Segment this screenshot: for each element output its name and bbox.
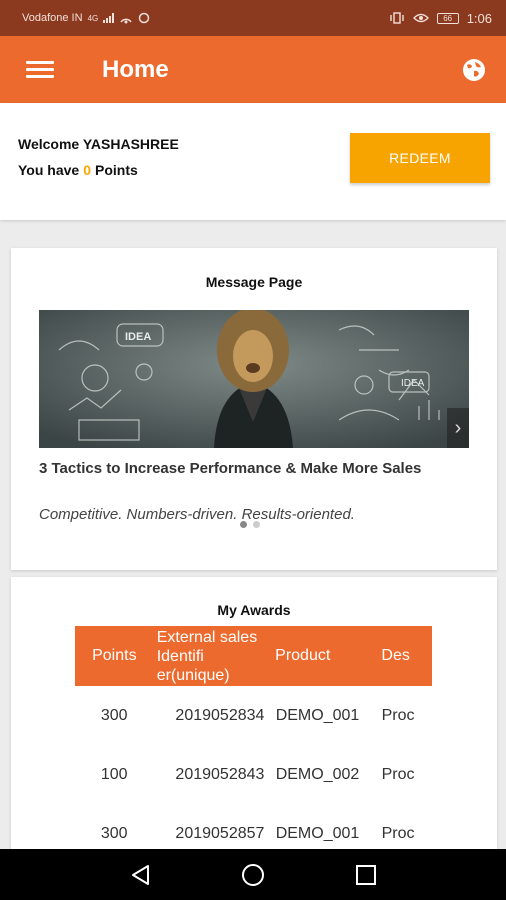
- carrier-group: Vodafone IN 4G: [22, 12, 150, 24]
- banner-idea-text: IDEA: [125, 331, 151, 343]
- carrier-name: Vodafone IN: [22, 12, 83, 24]
- message-page-title: Message Page: [205, 274, 303, 290]
- points-prefix: You have: [18, 162, 80, 178]
- awards-card: My Awards Points External sales Identifi…: [11, 577, 497, 857]
- status-bar: Vodafone IN 4G 66 1:06: [0, 0, 506, 36]
- signal-icon: [103, 13, 115, 23]
- carousel-next-icon[interactable]: ›: [447, 408, 469, 448]
- hamburger-menu-icon[interactable]: [26, 61, 54, 79]
- cell-description: Proc: [381, 824, 415, 842]
- col-header-external-id: External sales Identifi er(unique): [156, 628, 258, 684]
- home-circle-icon[interactable]: [240, 862, 266, 888]
- system-nav-bar: [0, 849, 506, 900]
- carousel-dot-active[interactable]: [240, 521, 247, 528]
- network-type: 4G: [87, 13, 99, 23]
- article-banner-image[interactable]: IDEA IDEA: [39, 310, 469, 448]
- welcome-greeting: Welcome YASHASHREE: [18, 136, 179, 152]
- cell-points: 300: [100, 824, 128, 842]
- col-header-description: Des: [381, 647, 410, 664]
- article-subtitle: Competitive. Numbers-driven. Results-ori…: [39, 506, 355, 523]
- recents-square-icon[interactable]: [353, 862, 379, 888]
- vibrate-icon: [389, 12, 404, 24]
- carousel-dot[interactable]: [253, 521, 260, 528]
- table-row: 100 2019052843 DEMO_002 Proc: [75, 745, 432, 804]
- banner-illustration: IDEA IDEA: [39, 310, 469, 448]
- points-suffix: Points: [95, 162, 138, 178]
- status-right: 66 1:06: [389, 11, 492, 26]
- article-title[interactable]: 3 Tactics to Increase Performance & Make…: [39, 460, 469, 478]
- awards-table[interactable]: Points External sales Identifi er(unique…: [75, 626, 432, 857]
- app-bar: Home: [0, 36, 506, 103]
- cell-product: DEMO_001: [275, 824, 360, 842]
- back-triangle-icon[interactable]: [128, 862, 154, 888]
- welcome-card: Welcome YASHASHREE You have 0 Points REDEE…: [0, 103, 506, 220]
- col-header-product: Product: [275, 647, 331, 664]
- cell-external-id: 2019052843: [175, 766, 265, 783]
- battery-icon: 66: [436, 12, 459, 24]
- cell-external-id: 2019052857: [175, 825, 265, 842]
- cell-points: 300: [100, 706, 128, 724]
- points-summary: You have 0 Points: [18, 162, 138, 178]
- page-title: Home: [102, 56, 169, 83]
- cell-description: Proc: [381, 706, 415, 724]
- points-value: 0: [83, 162, 91, 178]
- cell-description: Proc: [381, 765, 415, 783]
- cell-product: DEMO_001: [275, 706, 360, 724]
- eye-comfort-icon: [412, 13, 429, 23]
- message-card: Message Page IDEA IDEA › 3 Tactics to In…: [11, 248, 497, 570]
- banner-idea-text-2: IDEA: [401, 378, 425, 389]
- cell-product: DEMO_002: [275, 765, 360, 783]
- cell-points: 100: [100, 765, 128, 783]
- awards-title: My Awards: [217, 602, 291, 618]
- carousel-indicator: [240, 521, 260, 528]
- app-notification-icon: [138, 12, 150, 24]
- col-header-points: Points: [92, 647, 137, 664]
- table-row: 300 2019052834 DEMO_001 Proc: [75, 686, 432, 745]
- hotspot-icon: [120, 18, 132, 24]
- awards-table-header: Points External sales Identifi er(unique…: [75, 626, 432, 686]
- globe-icon[interactable]: [462, 58, 486, 82]
- clock: 1:06: [466, 10, 492, 26]
- cell-external-id: 2019052834: [175, 707, 265, 724]
- redeem-button[interactable]: REDEEM: [350, 133, 490, 183]
